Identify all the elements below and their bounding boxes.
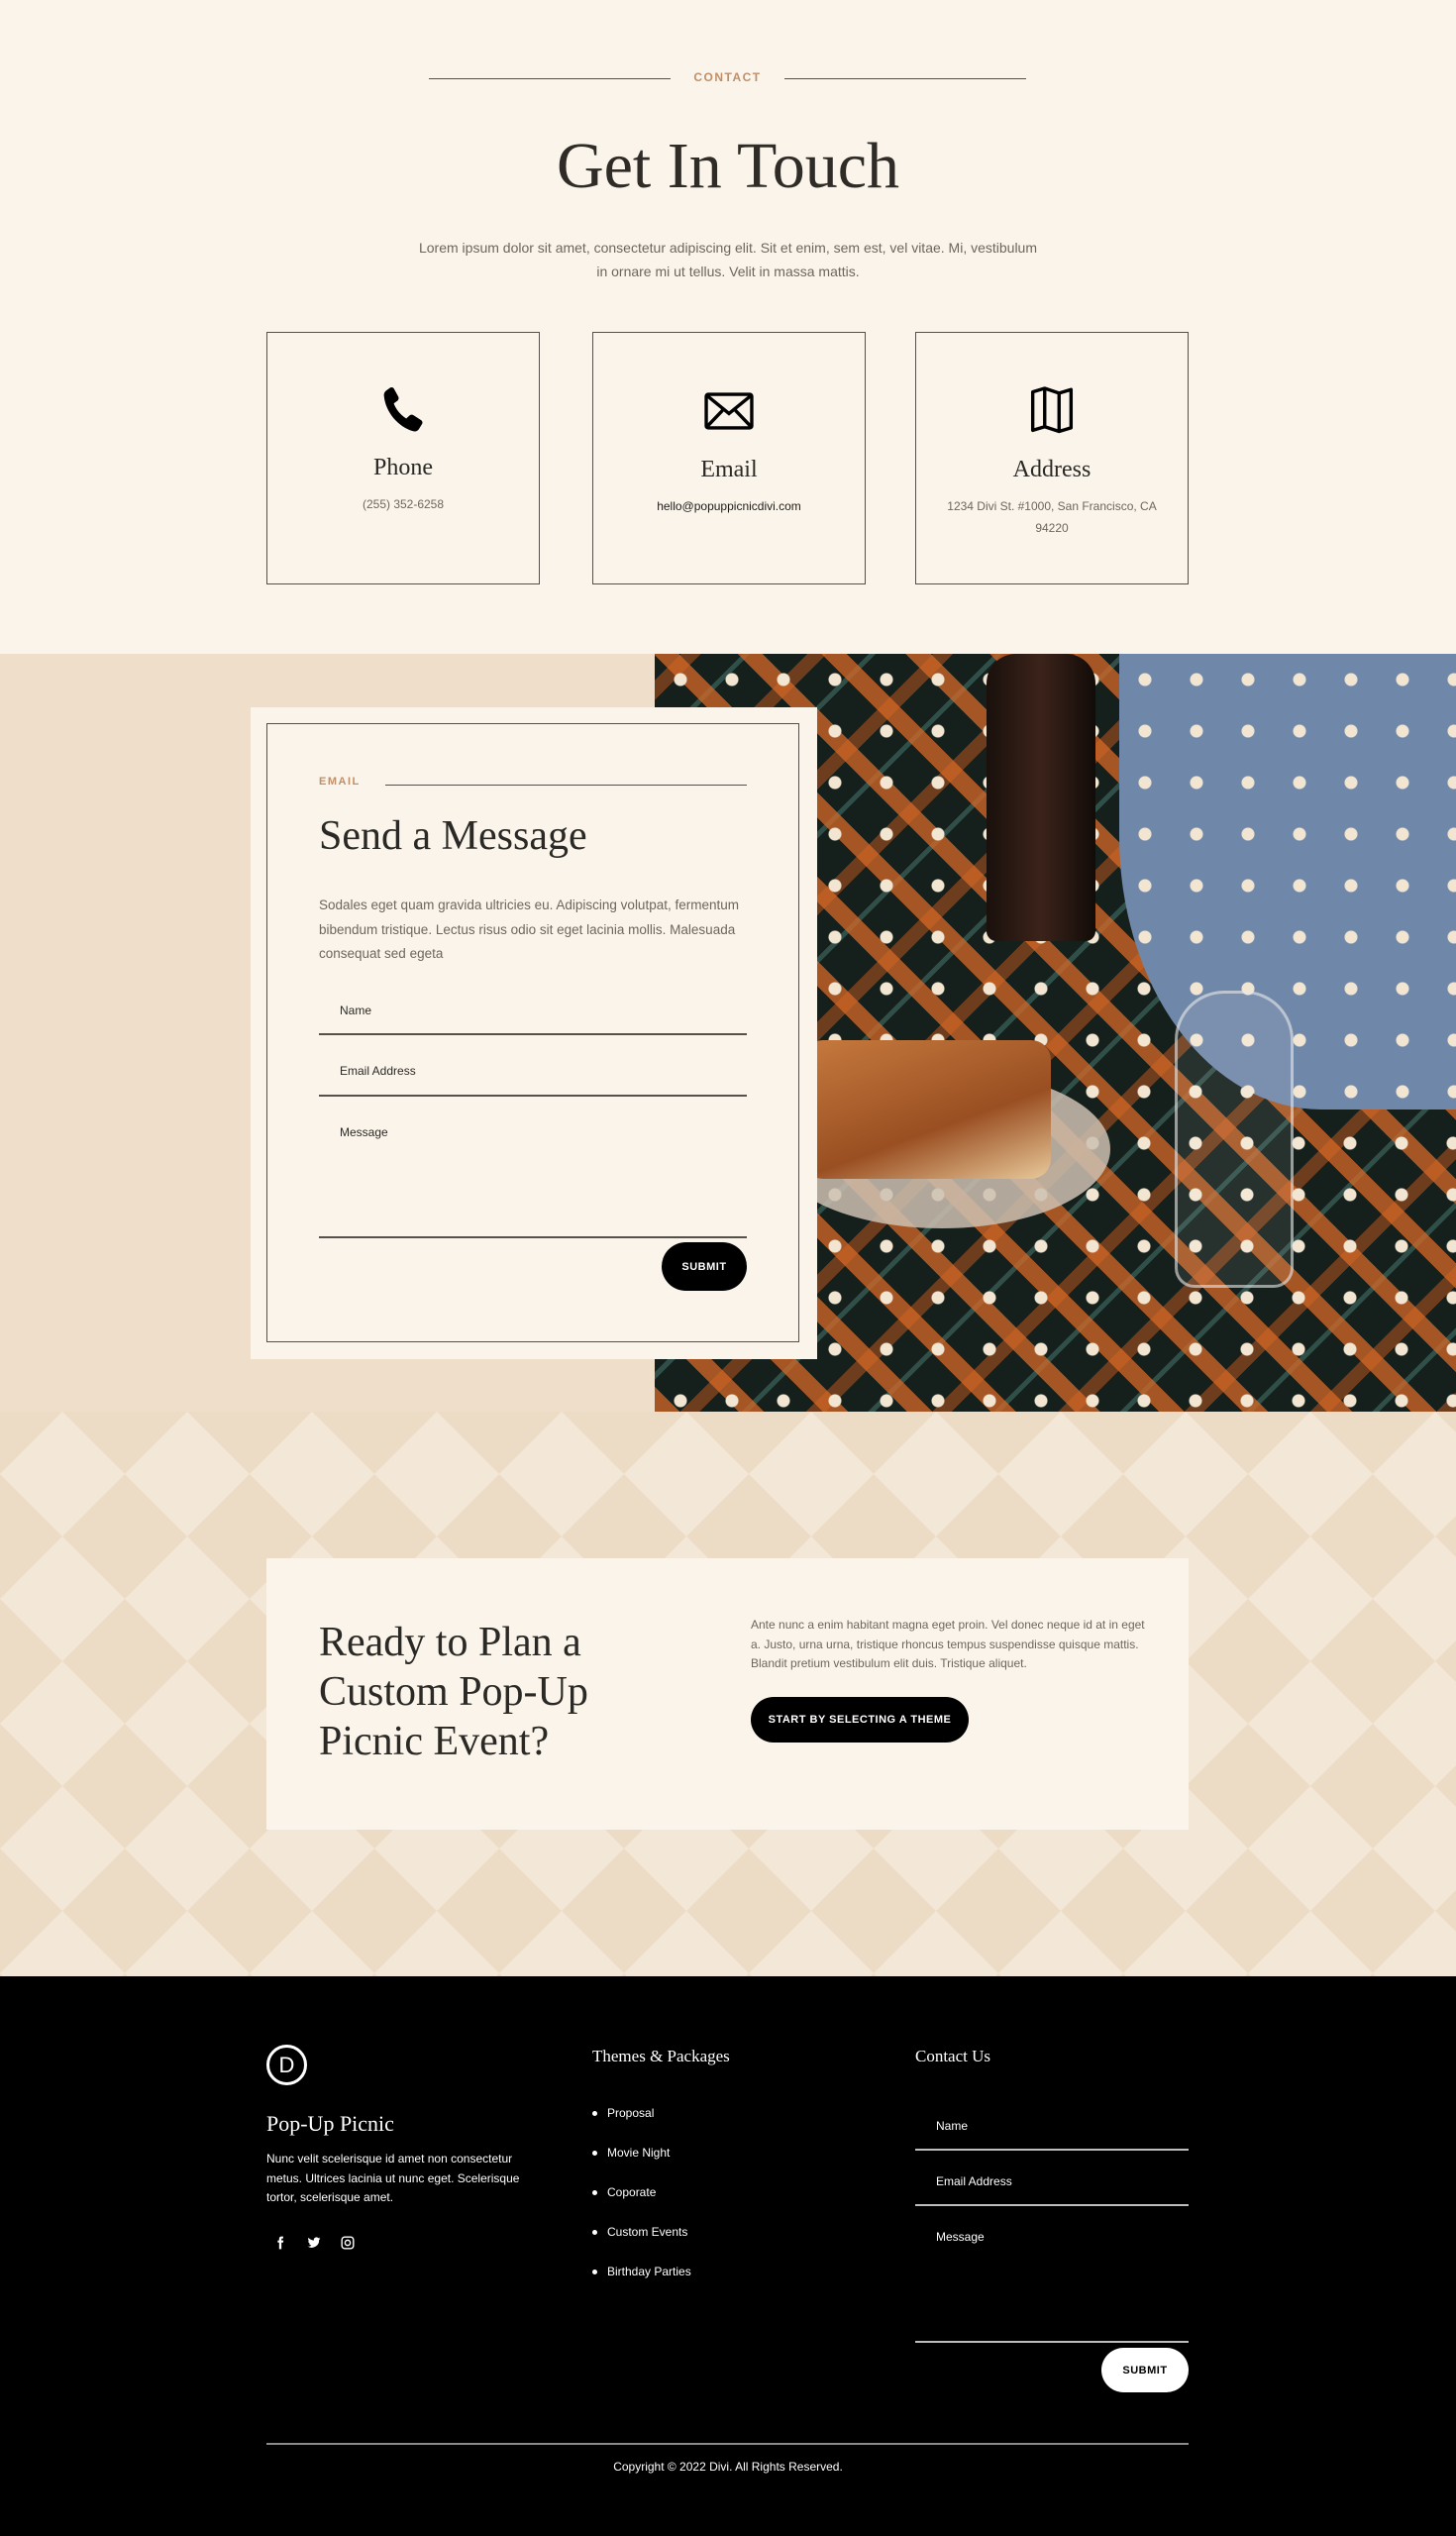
cta-title-line: Ready to Plan a bbox=[319, 1620, 581, 1665]
copyright: Copyright © 2022 Divi. All Rights Reserv… bbox=[613, 2460, 843, 2474]
contact-title: Contact Us bbox=[915, 2047, 991, 2065]
form-eyebrow: EMAIL bbox=[319, 776, 361, 788]
divider bbox=[429, 78, 671, 79]
map-icon bbox=[916, 382, 1188, 442]
theme-link[interactable]: Custom Events bbox=[592, 2225, 691, 2239]
card-title: Address bbox=[1012, 457, 1092, 482]
divi-logo[interactable]: D bbox=[266, 2045, 307, 2085]
footer-email-input[interactable]: Email Address bbox=[936, 2174, 1012, 2188]
social-links bbox=[273, 2236, 355, 2250]
phone-number[interactable]: (255) 352-6258 bbox=[297, 493, 509, 515]
intro-text: Lorem ipsum dolor sit amet, consectetur … bbox=[418, 240, 1038, 279]
card-title: Email bbox=[700, 457, 758, 482]
instagram-icon[interactable] bbox=[341, 2236, 355, 2250]
theme-link[interactable]: Proposal bbox=[592, 2106, 691, 2120]
themes-title: Themes & Packages bbox=[592, 2047, 730, 2065]
message-textarea[interactable]: Message bbox=[340, 1125, 388, 1139]
input-underline bbox=[319, 1236, 747, 1238]
footer: D Pop-Up Picnic Nunc velit scelerisque i… bbox=[0, 1976, 1456, 2536]
form-title: Send a Message bbox=[319, 813, 587, 859]
cta-text: Ante nunc a enim habitant magna eget pro… bbox=[751, 1618, 1145, 1670]
cta-title-line: Picnic Event? bbox=[319, 1719, 550, 1764]
footer-about: Nunc velit scelerisque id amet non conse… bbox=[266, 2152, 520, 2204]
section-eyebrow: CONTACT bbox=[693, 70, 762, 84]
address-card: Address 1234 Divi St. #1000, San Francis… bbox=[915, 332, 1189, 584]
input-underline bbox=[915, 2204, 1189, 2206]
phone-card: Phone (255) 352-6258 bbox=[266, 332, 540, 584]
name-input[interactable]: Name bbox=[340, 1004, 371, 1017]
select-theme-button[interactable]: START BY SELECTING A THEME bbox=[751, 1697, 969, 1743]
footer-message-textarea[interactable]: Message bbox=[936, 2230, 985, 2244]
divider bbox=[784, 78, 1026, 79]
theme-link[interactable]: Birthday Parties bbox=[592, 2265, 691, 2278]
email-card: Email hello@popuppicnicdivi.com bbox=[592, 332, 866, 584]
submit-button[interactable]: SUBMIT bbox=[662, 1242, 747, 1291]
email-input[interactable]: Email Address bbox=[340, 1064, 416, 1078]
footer-submit-button[interactable]: SUBMIT bbox=[1101, 2348, 1189, 2392]
footer-name-input[interactable]: Name bbox=[936, 2119, 968, 2133]
facebook-icon[interactable] bbox=[273, 2236, 287, 2250]
divider bbox=[385, 785, 747, 786]
footer-divider bbox=[266, 2443, 1189, 2445]
page-title: Get In Touch bbox=[556, 130, 900, 202]
address: 1234 Divi St. #1000, San Francisco, CA 9… bbox=[947, 499, 1157, 535]
logo-letter: D bbox=[278, 2052, 295, 2077]
cta-title-line: Custom Pop-Up bbox=[319, 1669, 588, 1715]
contact-section: CONTACT Get In Touch Lorem ipsum dolor s… bbox=[0, 0, 1456, 654]
card-title: Phone bbox=[373, 455, 433, 480]
cta-box: Ready to Plan a Custom Pop-Up Picnic Eve… bbox=[266, 1558, 1189, 1830]
themes-list: Proposal Movie Night Coporate Custom Eve… bbox=[592, 2106, 691, 2278]
footer-brand: Pop-Up Picnic bbox=[266, 2111, 394, 2136]
twitter-icon[interactable] bbox=[307, 2236, 321, 2250]
input-underline bbox=[915, 2149, 1189, 2151]
input-underline bbox=[319, 1095, 747, 1097]
input-underline bbox=[915, 2341, 1189, 2343]
form-description: Sodales eget quam gravida ultricies eu. … bbox=[319, 898, 739, 961]
phone-icon bbox=[267, 382, 539, 442]
input-underline bbox=[319, 1033, 747, 1035]
cta-title: Ready to Plan a Custom Pop-Up Picnic Eve… bbox=[319, 1618, 588, 1766]
theme-link[interactable]: Coporate bbox=[592, 2185, 691, 2199]
email-address[interactable]: hello@popuppicnicdivi.com bbox=[623, 495, 835, 517]
theme-link[interactable]: Movie Night bbox=[592, 2146, 691, 2160]
envelope-icon bbox=[593, 382, 865, 442]
